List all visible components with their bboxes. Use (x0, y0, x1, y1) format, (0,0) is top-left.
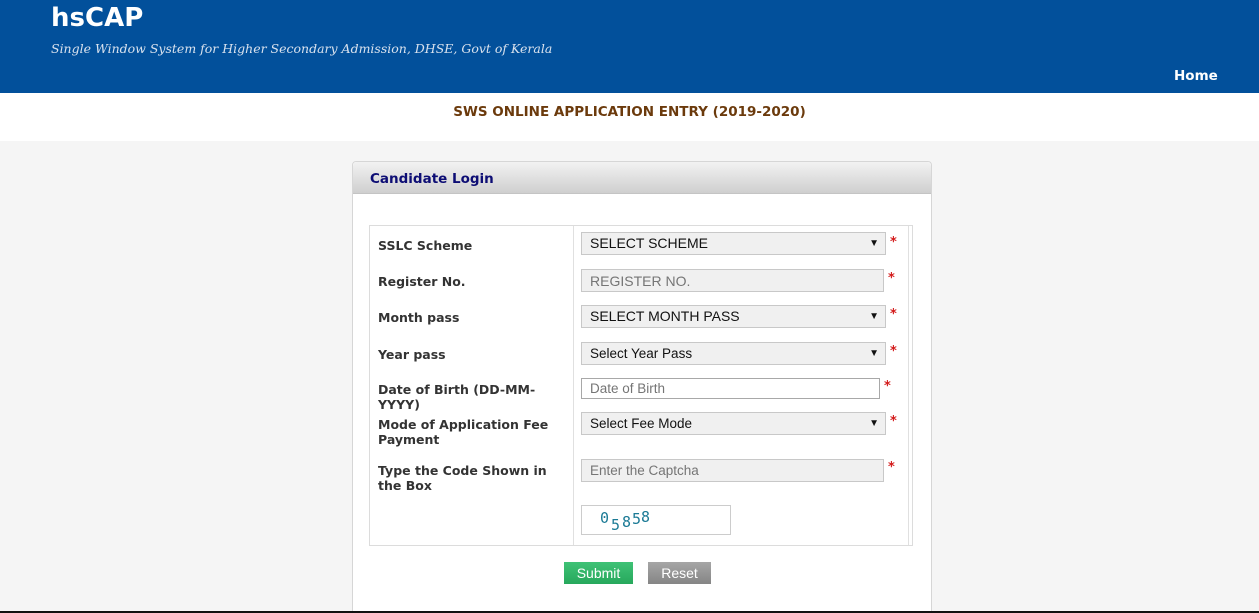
sslc-scheme-value: SELECT SCHEME (590, 235, 708, 251)
register-no-input[interactable] (581, 269, 884, 292)
login-form: SSLC Scheme SELECT SCHEME ▼ * Register N… (369, 225, 913, 546)
site-header: hsCAP Single Window System for Higher Se… (0, 0, 1259, 93)
captcha-image: 0 5 8 5 8 (581, 505, 731, 535)
required-asterisk: * (888, 460, 895, 475)
month-pass-value: SELECT MONTH PASS (590, 308, 740, 324)
dob-input[interactable] (581, 378, 880, 399)
captcha-char: 8 (622, 513, 632, 531)
site-tagline: Single Window System for Higher Secondar… (51, 41, 553, 56)
required-asterisk: * (890, 235, 897, 250)
subtitle-bar: SWS ONLINE APPLICATION ENTRY (2019-2020) (0, 93, 1259, 141)
register-no-label: Register No. (378, 274, 466, 289)
panel-title: Candidate Login (370, 171, 494, 187)
reset-button[interactable]: Reset (648, 562, 711, 584)
sslc-scheme-label: SSLC Scheme (378, 238, 473, 253)
candidate-login-panel: Candidate Login SSLC Scheme SELECT SCHEM… (352, 161, 932, 613)
chevron-down-icon: ▼ (869, 348, 879, 359)
month-pass-select[interactable]: SELECT MONTH PASS ▼ (581, 305, 886, 328)
required-asterisk: * (890, 414, 897, 429)
dob-label: Date of Birth (DD-MM-YYYY) (378, 382, 536, 412)
chevron-down-icon: ▼ (869, 238, 879, 249)
fee-mode-value: Select Fee Mode (590, 416, 693, 431)
captcha-label: Type the Code Shown in the Box (378, 463, 547, 493)
sslc-scheme-select[interactable]: SELECT SCHEME ▼ (581, 232, 886, 255)
column-divider (908, 226, 909, 545)
fee-mode-label: Mode of Application Fee Payment (378, 417, 549, 447)
panel-header: Candidate Login (353, 162, 931, 194)
captcha-char: 0 (600, 509, 610, 527)
page-title: SWS ONLINE APPLICATION ENTRY (2019-2020) (453, 104, 806, 120)
nav-home-link[interactable]: Home (1174, 68, 1218, 84)
year-pass-label: Year pass (378, 347, 446, 362)
chevron-down-icon: ▼ (869, 418, 879, 429)
fee-mode-select[interactable]: Select Fee Mode ▼ (581, 412, 886, 435)
site-logo-text: hsCAP (51, 3, 144, 33)
column-divider (573, 226, 574, 545)
month-pass-label: Month pass (378, 310, 460, 325)
captcha-char: 8 (641, 508, 651, 526)
year-pass-select[interactable]: Select Year Pass ▼ (581, 342, 886, 365)
required-asterisk: * (884, 379, 891, 394)
required-asterisk: * (888, 271, 895, 286)
captcha-char: 5 (611, 516, 621, 534)
required-asterisk: * (890, 307, 897, 322)
captcha-char: 5 (632, 510, 642, 528)
submit-button[interactable]: Submit (564, 562, 633, 584)
required-asterisk: * (890, 344, 897, 359)
captcha-input[interactable] (581, 459, 884, 482)
year-pass-value: Select Year Pass (590, 346, 693, 361)
chevron-down-icon: ▼ (869, 311, 879, 322)
